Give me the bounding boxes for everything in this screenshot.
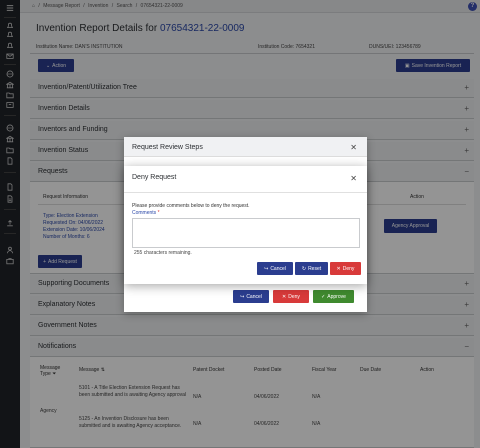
approve-button-label: Approve [327, 293, 346, 300]
deny-prompt: Please provide comments below to deny th… [132, 203, 250, 209]
reset-icon: ↻ [301, 265, 307, 272]
divider [124, 192, 367, 193]
modal-title: Deny Request [132, 174, 177, 181]
characters-remaining: 255 characters remaining. [134, 250, 192, 256]
cancel-button-label: Cancel [270, 265, 286, 272]
x-icon: ✕ [336, 265, 341, 272]
comments-label-text: Comments [132, 210, 157, 216]
cancel-button-label: Cancel [246, 293, 262, 300]
deny-button-label: Deny [342, 265, 355, 272]
reset-button[interactable]: ↻ Reset [295, 262, 328, 275]
required-marker: * [157, 210, 160, 216]
close-icon[interactable]: ✕ [350, 174, 357, 183]
modal-title: Request Review Steps [132, 144, 203, 151]
comments-label: Comments * [132, 210, 160, 216]
close-icon[interactable]: ✕ [350, 143, 357, 152]
deny-button[interactable]: ✕ Deny [330, 262, 361, 275]
deny-button[interactable]: ✕ Deny [273, 290, 309, 303]
back-icon: ↪ [240, 293, 245, 300]
reset-button-label: Reset [308, 265, 322, 272]
back-icon: ↪ [264, 265, 269, 272]
comments-field[interactable] [132, 218, 360, 248]
cancel-button[interactable]: ↪ Cancel [257, 262, 293, 275]
cancel-button[interactable]: ↪ Cancel [233, 290, 269, 303]
approve-button[interactable]: ✓ Approve [313, 290, 354, 303]
deny-request-modal: Deny Request ✕ Please provide comments b… [124, 166, 367, 284]
x-icon: ✕ [282, 293, 287, 300]
deny-button-label: Deny [288, 293, 300, 300]
check-icon: ✓ [321, 293, 326, 300]
modal-header: Request Review Steps ✕ [124, 137, 367, 157]
